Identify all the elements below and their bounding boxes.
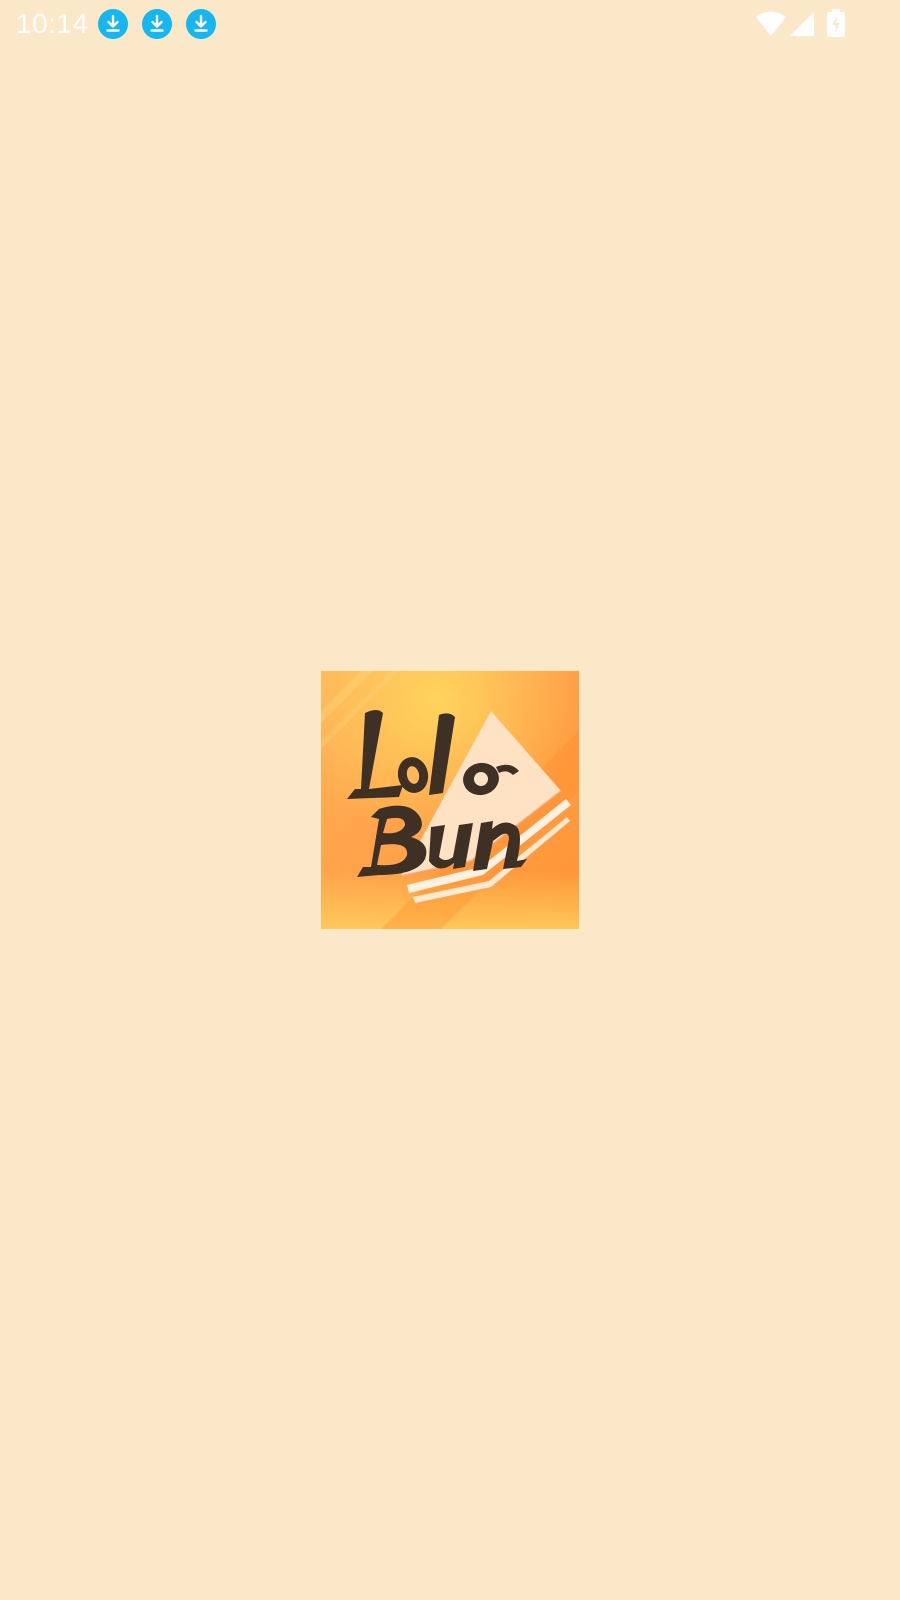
battery-charging-icon: [826, 9, 846, 42]
signal-icon: [788, 10, 816, 43]
app-logo: [321, 671, 579, 929]
status-bar: 10:14: [0, 0, 900, 48]
download-icon: [142, 9, 172, 39]
splash-screen: 10:14: [0, 0, 900, 1600]
download-icon: [98, 9, 128, 39]
download-icon: [186, 9, 216, 39]
status-time: 10:14: [16, 8, 89, 39]
wifi-icon: [755, 10, 787, 43]
